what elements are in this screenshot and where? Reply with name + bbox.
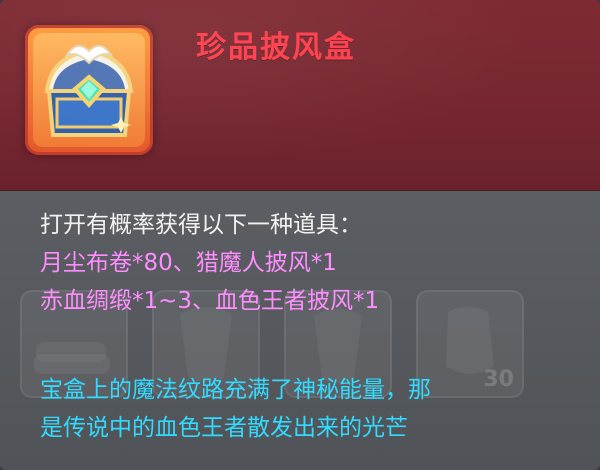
tooltip-header: 珍品披风盒 (0, 0, 600, 191)
flavor-text-line-2: 是传说中的血色王者散发出来的光芒 (40, 415, 408, 441)
item-tooltip: 珍品披风盒 30 打开有概率获得以下一种道具： 月尘布卷*80、猎魔人披风*1 … (0, 0, 600, 470)
reward-line-1: 月尘布卷*80、猎魔人披风*1 (40, 250, 337, 276)
treasure-chest-icon (44, 44, 134, 137)
flavor-text-line-1: 宝盒上的魔法纹路充满了神秘能量，那 (40, 377, 431, 403)
description-intro: 打开有概率获得以下一种道具： (40, 212, 362, 238)
item-icon-background (33, 33, 145, 147)
reward-line-2: 赤血绸缎*1~3、血色王者披风*1 (40, 288, 380, 314)
background-slot-4: 30 (416, 290, 524, 398)
item-title: 珍品披风盒 (196, 30, 356, 65)
background-slot-count: 30 (483, 367, 514, 392)
item-icon-frame[interactable] (25, 25, 153, 155)
